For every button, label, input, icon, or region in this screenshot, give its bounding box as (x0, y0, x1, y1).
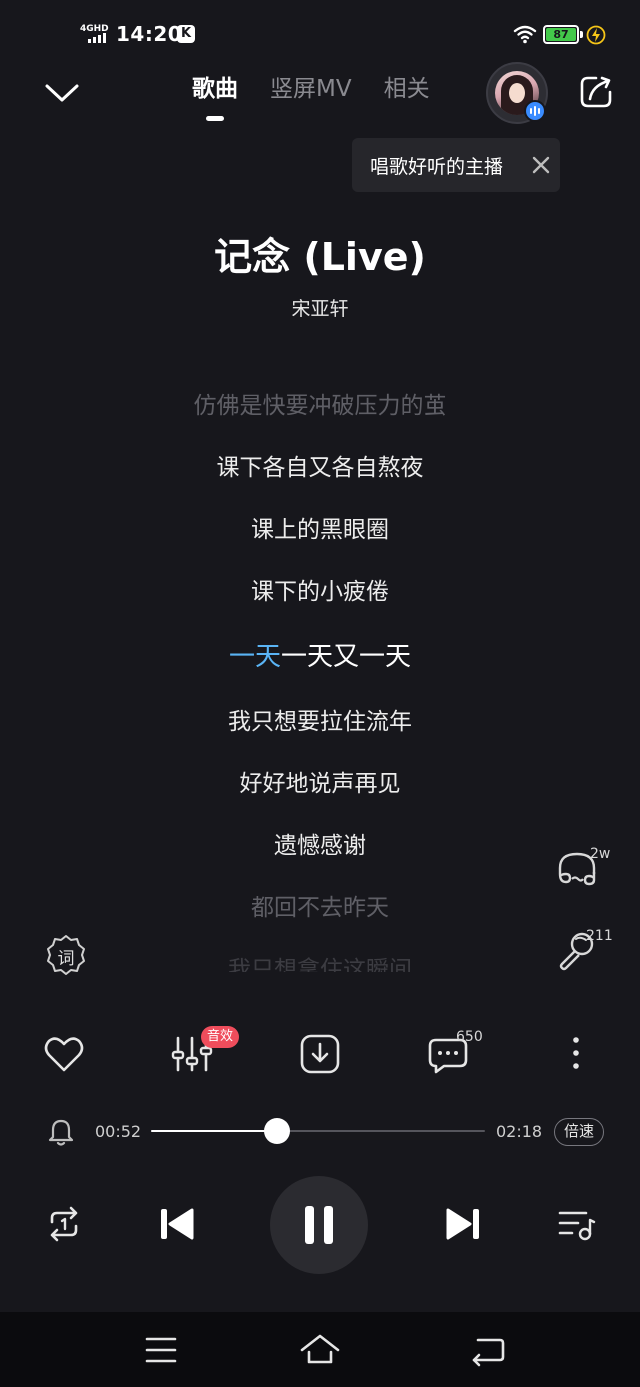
battery-tip (580, 31, 583, 38)
tab-bar: 歌曲 竖屏MV 相关 (192, 72, 430, 122)
pause-button[interactable] (270, 1176, 368, 1274)
progress-fill (151, 1130, 277, 1132)
home-icon[interactable] (300, 1330, 340, 1370)
tab-vertical-mv[interactable]: 竖屏MV (270, 72, 352, 122)
lyric-line[interactable]: 课下的小疲倦 (0, 572, 640, 606)
menu-icon[interactable] (141, 1330, 181, 1370)
lyric-line[interactable]: 遗憾感谢 (0, 826, 640, 860)
tab-vertical-mv-label: 竖屏MV (270, 76, 352, 102)
system-nav-bar (0, 1312, 640, 1387)
back-icon[interactable] (468, 1330, 508, 1370)
playback-speed-button[interactable]: 倍速 (554, 1118, 604, 1146)
tooltip-text: 唱歌好听的主播 (370, 156, 504, 178)
battery-level: 87 (546, 28, 576, 41)
clock: 14:20 (116, 22, 183, 46)
previous-track-icon[interactable] (156, 1203, 198, 1245)
current-lyric-rest: 一天又一天 (281, 642, 412, 672)
lyric-line[interactable]: 好好地说声再见 (0, 764, 640, 798)
listen-count: 2w (590, 846, 611, 862)
sound-effect-badge: 音效 (201, 1026, 240, 1048)
current-lyric-sung: 一天 (228, 642, 281, 672)
charging-icon (586, 25, 606, 45)
pause-icon (305, 1206, 314, 1244)
lyric-line[interactable]: 课下各自又各自熬夜 (0, 448, 640, 482)
song-title: 记念 (Live) (214, 235, 426, 279)
tab-song[interactable]: 歌曲 (192, 72, 238, 122)
total-time: 02:18 (496, 1122, 543, 1141)
comment-count: 650 (456, 1029, 483, 1045)
current-time: 00:52 (95, 1122, 142, 1141)
share-icon[interactable] (576, 72, 616, 112)
sing-count: 211 (586, 928, 613, 944)
tab-related[interactable]: 相关 (384, 72, 430, 122)
lyrics-settings-button[interactable]: 词 (44, 933, 88, 977)
live-host-avatar[interactable] (486, 62, 548, 124)
song-artist[interactable]: 宋亚轩 (0, 294, 640, 321)
more-options-icon[interactable] (554, 1032, 598, 1076)
battery-icon: 87 (543, 25, 579, 44)
tab-song-label: 歌曲 (192, 76, 238, 102)
status-bar: 4GHD 14:20 K 87 (0, 0, 640, 70)
favorite-heart-icon[interactable] (42, 1032, 86, 1076)
lyric-line[interactable]: 仿佛是快要冲破压力的茧 (0, 386, 640, 420)
lyric-line[interactable]: 都回不去昨天 (0, 888, 640, 922)
sleep-timer-bell-icon[interactable] (48, 1118, 74, 1146)
download-icon[interactable] (298, 1032, 342, 1076)
collapse-chevron-icon[interactable] (42, 74, 82, 110)
wifi-icon (513, 25, 537, 44)
playlist-icon[interactable] (556, 1204, 596, 1244)
lyric-line[interactable]: 我只想拿住这瞬间 (0, 950, 640, 972)
next-track-icon[interactable] (442, 1203, 484, 1245)
app-notification-icon: K (177, 25, 195, 43)
tab-related-label: 相关 (383, 76, 430, 102)
live-sound-icon (524, 100, 546, 122)
lyric-line[interactable]: 课上的黑眼圈 (0, 510, 640, 544)
tab-indicator (206, 116, 224, 121)
lyric-line[interactable]: 我只想要拉住流年 (0, 702, 640, 736)
pause-icon (324, 1206, 333, 1244)
lyrics-badge-label: 词 (57, 949, 75, 969)
signal-icon (88, 33, 106, 43)
progress-knob[interactable] (263, 1118, 290, 1144)
repeat-one-icon[interactable] (44, 1204, 84, 1244)
progress-slider[interactable] (151, 1118, 485, 1144)
host-tooltip[interactable]: 唱歌好听的主播 (352, 138, 560, 192)
close-icon[interactable] (530, 154, 552, 176)
current-lyric-line[interactable]: 一天一天又一天 (0, 636, 640, 673)
